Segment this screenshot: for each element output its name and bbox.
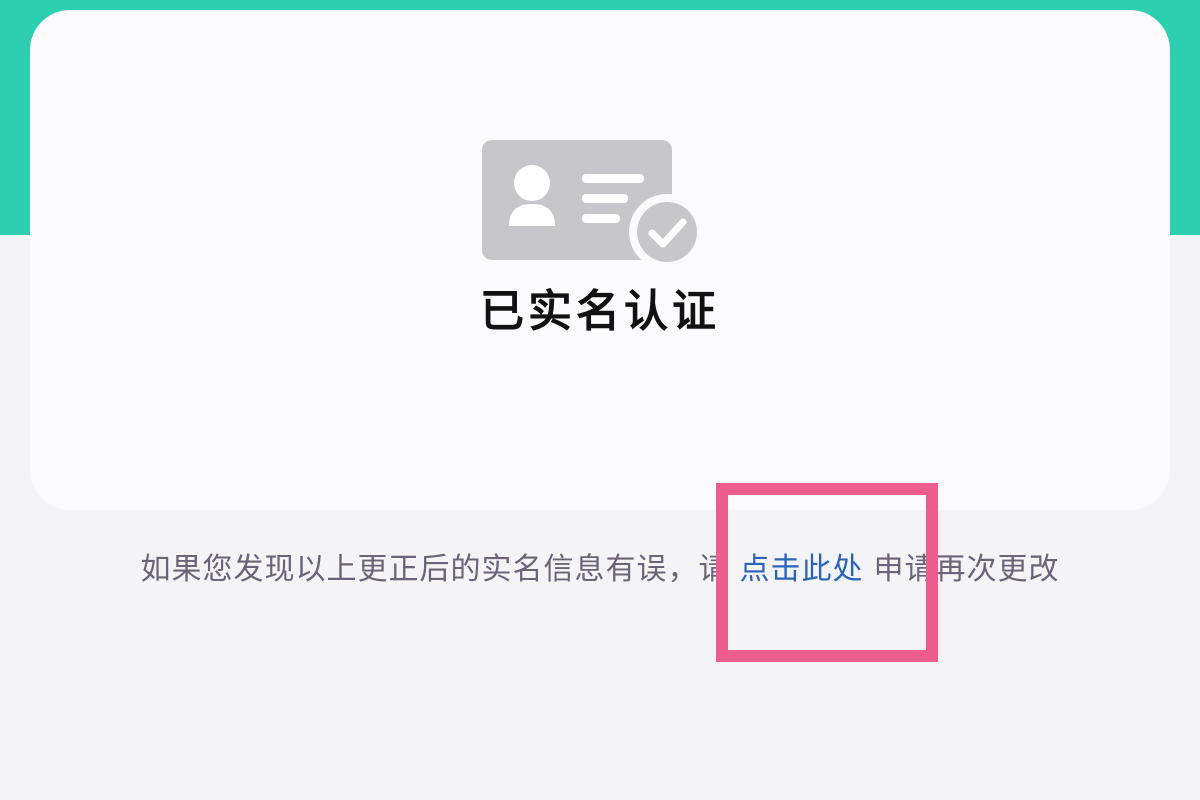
notice-text: 如果您发现以上更正后的实名信息有误，请 点击此处 申请再次更改 [0, 552, 1200, 588]
notice-prefix: 如果您发现以上更正后的实名信息有误，请 [140, 552, 730, 587]
id-card-verified-icon [482, 140, 712, 270]
highlight-box [716, 483, 938, 662]
status-title: 已实名认证 [480, 286, 720, 337]
